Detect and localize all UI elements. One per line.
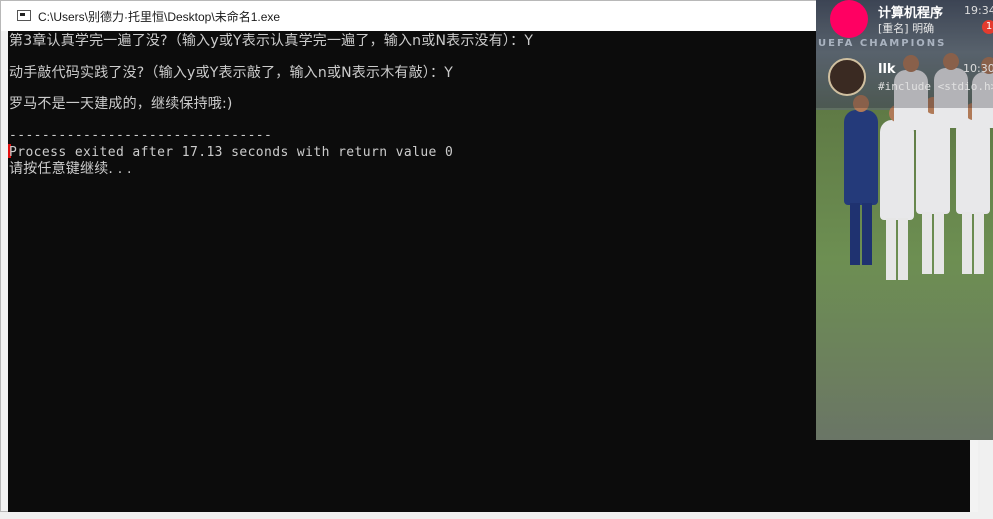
notification-message: #include <stdio.h> [878, 80, 993, 93]
unread-badge: 1 [982, 20, 993, 34]
console-app-icon [17, 10, 31, 21]
photo-player [844, 95, 878, 265]
console-line: 动手敲代码实践了没?（输入y或Y表示敲了，输入n或N表示木有敲）：Y [9, 65, 453, 81]
window-title: C:\Users\别德力·托里恒\Desktop\未命名1.exe [38, 10, 281, 24]
photo-banner: UEFA CHAMPIONS [818, 38, 947, 49]
console-line: 罗马不是一天建成的，继续保持哦:) [9, 96, 233, 112]
avatar[interactable] [828, 58, 866, 96]
photo-player [880, 105, 914, 280]
console-line: Process exited after 17.13 seconds with … [9, 145, 454, 160]
notification-overlay[interactable]: UEFA CHAMPIONS 计算机程序 19:34 [重名] 明确 1 llk… [816, 0, 993, 440]
console-line: 请按任意键继续. . . [9, 161, 132, 177]
console-line: 第3章认真学完一遍了没?（输入y或Y表示认真学完一遍了，输入n或N表示没有）：Y [9, 33, 534, 49]
notification-time: 10:30 [963, 62, 993, 75]
notification-tag: [重名] 明确 [878, 22, 935, 35]
photo-player [956, 103, 990, 274]
notification-sender[interactable]: llk [878, 62, 896, 77]
avatar[interactable] [830, 0, 868, 38]
notification-sender[interactable]: 计算机程序 [878, 2, 943, 21]
console-line: -------------------------------- [9, 128, 273, 143]
notification-time: 19:34 [964, 4, 993, 17]
